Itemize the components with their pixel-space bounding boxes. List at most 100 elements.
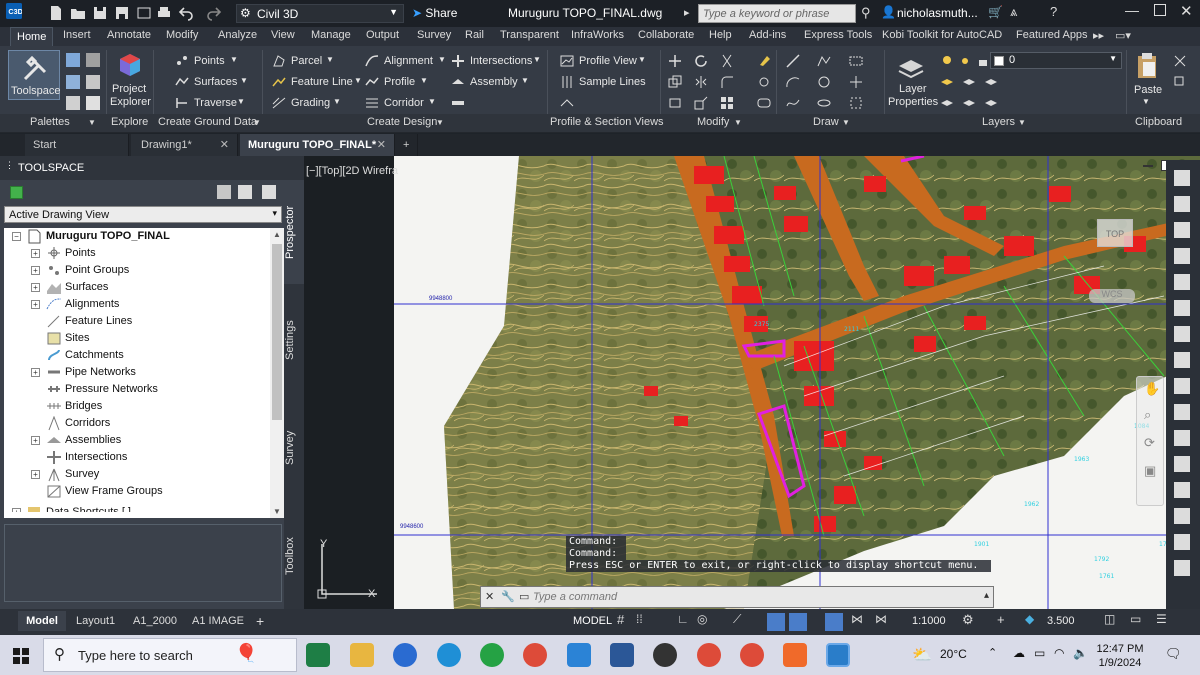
new-layout-button[interactable]: + bbox=[256, 611, 264, 631]
tool-palette-icon[interactable] bbox=[86, 96, 100, 110]
lineweight-value[interactable]: 3.500 bbox=[1047, 615, 1075, 627]
command-line[interactable]: ✕ 🔧 ▭ Type a command ▴ bbox=[480, 586, 994, 608]
settings-gear-icon[interactable] bbox=[86, 53, 100, 67]
toolspace-list-icon[interactable] bbox=[238, 185, 252, 199]
tree-item-bridges[interactable]: Bridges bbox=[4, 398, 274, 415]
tab-collaborate[interactable]: Collaborate bbox=[638, 29, 694, 41]
layer-on-icon[interactable] bbox=[940, 54, 954, 68]
chrome-profile-icon[interactable] bbox=[697, 643, 721, 667]
tool-icon[interactable] bbox=[1174, 534, 1190, 550]
tool-icon[interactable] bbox=[1174, 560, 1190, 576]
media-player-icon[interactable] bbox=[653, 643, 677, 667]
ribbon-minimize-icon[interactable]: ▭▾ bbox=[1115, 29, 1131, 42]
tab-view[interactable]: View bbox=[271, 29, 295, 41]
share-button[interactable]: ➤ Share bbox=[412, 6, 457, 20]
alignment-menu[interactable]: Alignment bbox=[384, 55, 433, 67]
copy-icon[interactable] bbox=[668, 75, 682, 89]
chevron-down-icon[interactable]: ▼ bbox=[428, 97, 436, 106]
chevron-down-icon[interactable]: ▼ bbox=[438, 55, 446, 64]
chevron-down-icon[interactable]: ▼ bbox=[734, 118, 742, 127]
close-icon[interactable]: ✕ bbox=[220, 134, 229, 156]
save-icon[interactable] bbox=[92, 5, 108, 21]
layout-tab-model[interactable]: Model bbox=[18, 611, 66, 631]
search-icon[interactable]: ⚲ bbox=[861, 5, 871, 21]
chevron-down-icon[interactable]: ▼ bbox=[333, 97, 341, 106]
vtab-settings[interactable]: Settings bbox=[284, 288, 304, 392]
search-app-icon[interactable] bbox=[393, 643, 417, 667]
showmotion-icon[interactable]: ▣ bbox=[1144, 463, 1156, 479]
survey-palette-icon[interactable] bbox=[66, 96, 80, 110]
battery-icon[interactable]: ▭ bbox=[1034, 646, 1045, 660]
mirror-icon[interactable] bbox=[694, 75, 708, 89]
tab-express-tools[interactable]: Express Tools bbox=[804, 29, 872, 41]
circle-icon[interactable] bbox=[817, 75, 831, 89]
model-viewport[interactable]: 196319621901 179217631761 108421112375 9… bbox=[304, 156, 1200, 609]
pan-icon[interactable]: ✋ bbox=[1144, 381, 1160, 397]
vtab-prospector[interactable]: Prospector bbox=[284, 180, 304, 284]
windows-start-icon[interactable] bbox=[13, 648, 29, 664]
doc-tab-muruguru[interactable]: Muruguru TOPO_FINAL* ✕ bbox=[240, 134, 395, 156]
chevron-down-icon[interactable]: ▼ bbox=[521, 76, 529, 85]
tab-infraworks[interactable]: InfraWorks bbox=[571, 29, 624, 41]
layer-freeze-icon[interactable] bbox=[962, 96, 976, 110]
expand-icon[interactable]: + bbox=[31, 266, 40, 275]
autodesk-a360-icon[interactable]: ⩓ bbox=[1010, 4, 1017, 20]
tab-modify[interactable]: Modify bbox=[166, 29, 198, 41]
expand-icon[interactable]: + bbox=[31, 283, 40, 292]
zoom-icon[interactable]: ⌕ bbox=[1144, 407, 1151, 423]
minimize-button[interactable]: — bbox=[1125, 2, 1139, 18]
panel-title-draw[interactable]: Draw bbox=[813, 116, 839, 128]
whatsapp-icon[interactable] bbox=[480, 643, 504, 667]
new-file-icon[interactable] bbox=[48, 5, 64, 21]
customize-icon[interactable]: ☰ bbox=[1156, 612, 1172, 628]
assembly-menu[interactable]: Assembly bbox=[470, 76, 518, 88]
chevron-down-icon[interactable]: ▼ bbox=[842, 118, 850, 127]
copy-clip-icon[interactable] bbox=[1173, 75, 1187, 89]
chevron-up-icon[interactable]: ⌃ bbox=[988, 646, 997, 659]
tree-item-data-shortcuts[interactable]: + Data Shortcuts [ ] bbox=[4, 504, 274, 512]
tree-root[interactable]: − Muruguru TOPO_FINAL bbox=[4, 228, 274, 245]
chevron-down-icon[interactable]: ▼ bbox=[88, 118, 96, 127]
system-clock[interactable]: 12:47 PM 1/9/2024 bbox=[1090, 642, 1150, 670]
tree-item-view-frame-groups[interactable]: View Frame Groups bbox=[4, 483, 274, 500]
tab-output[interactable]: Output bbox=[366, 29, 399, 41]
tab-insert[interactable]: Insert bbox=[63, 29, 91, 41]
tree-item-points[interactable]: + Points bbox=[4, 245, 274, 262]
weather-icon[interactable]: ⛅ bbox=[912, 645, 932, 665]
layer-off-icon[interactable] bbox=[984, 96, 998, 110]
tool-icon[interactable] bbox=[1174, 352, 1190, 368]
expand-icon[interactable]: + bbox=[31, 249, 40, 258]
grip-icon[interactable]: ⋮ bbox=[5, 160, 14, 171]
new-tab-button[interactable]: + bbox=[398, 134, 418, 156]
civil3d-taskbar-icon[interactable] bbox=[826, 643, 850, 667]
undo-icon[interactable] bbox=[178, 5, 194, 21]
layer-isolate-icon[interactable] bbox=[940, 96, 954, 110]
viewport-minimize-icon[interactable] bbox=[1143, 165, 1153, 167]
corridor-menu[interactable]: Corridor bbox=[384, 97, 424, 109]
sun-icon[interactable] bbox=[958, 54, 972, 68]
expand-arrow-icon[interactable]: ▸ bbox=[684, 6, 690, 19]
tree-item-assemblies[interactable]: + Assemblies bbox=[4, 432, 274, 449]
tool-icon[interactable] bbox=[1174, 196, 1190, 212]
collapse-icon[interactable]: − bbox=[12, 232, 21, 241]
toolspace-settings-icon[interactable] bbox=[262, 185, 276, 199]
design-center-icon[interactable] bbox=[86, 75, 100, 89]
tool-icon[interactable] bbox=[1174, 274, 1190, 290]
ellipse-icon[interactable] bbox=[817, 96, 831, 110]
doc-tab-start[interactable]: Start bbox=[25, 134, 129, 156]
onedrive-icon[interactable]: ☁ bbox=[1013, 646, 1025, 660]
tab-transparent[interactable]: Transparent bbox=[500, 29, 559, 41]
vtab-toolbox[interactable]: Toolbox bbox=[284, 504, 304, 608]
redo-icon[interactable] bbox=[206, 5, 222, 21]
word-icon[interactable] bbox=[610, 643, 634, 667]
annotation-scale-icon[interactable]: ⋈ bbox=[875, 612, 891, 628]
close-button[interactable]: ✕ bbox=[1180, 2, 1193, 20]
offset-icon[interactable] bbox=[757, 96, 771, 110]
file-explorer-icon[interactable] bbox=[350, 643, 374, 667]
help-icon[interactable]: ? bbox=[1050, 4, 1057, 19]
toolspace-view-icon[interactable] bbox=[10, 186, 23, 199]
tool-icon[interactable] bbox=[1174, 222, 1190, 238]
pipe-network-icon[interactable] bbox=[451, 96, 465, 110]
tab-analyze[interactable]: Analyze bbox=[218, 29, 257, 41]
annotation-visibility-icon[interactable]: ⋈ bbox=[851, 612, 867, 628]
